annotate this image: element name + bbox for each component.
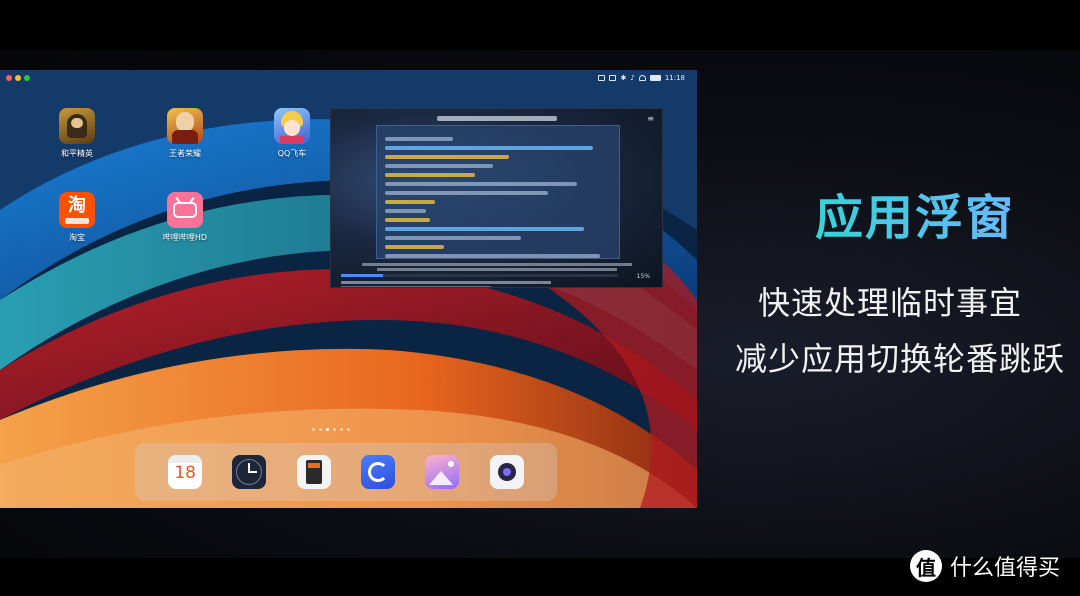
bluetooth-icon: ✱ [620,74,627,82]
battery-icon [649,75,661,81]
tablet-screen: ✱ ♪ 11:18 和平精英 王者荣耀 QQ飞车 淘 淘宝 哔哩哔哩HD ≡ 1… [0,70,697,508]
calculator-icon[interactable] [296,455,331,489]
app-label: 淘宝 [69,233,85,242]
page-indicator[interactable] [312,428,350,431]
app-label: 和平精英 [61,149,93,158]
floating-app-window[interactable]: ≡ 15% [330,108,663,288]
app-bilibili[interactable]: 哔哩哔哩HD [150,192,220,243]
app-label: QQ飞车 [277,149,307,158]
status-icons: ✱ ♪ 11:18 [598,74,685,82]
honor-of-kings-icon [167,108,203,144]
announcement-panel [376,125,620,259]
promo-headline: 应用浮窗 [795,178,1035,248]
promo-line-2: 减少应用切换轮番跳跃 [734,340,1065,378]
screen-icon [598,75,606,81]
status-bar: ✱ ♪ 11:18 [0,70,697,86]
download-status [341,279,551,287]
app-peace-elite[interactable]: 和平精英 [42,108,112,159]
progress-percent: 15% [636,273,650,280]
app-taobao[interactable]: 淘 淘宝 [42,192,112,243]
peace-elite-icon [59,108,95,144]
watermark: 值 什么值得买 [910,550,1060,582]
smzdm-logo-icon: 值 [910,550,942,582]
app-qq-speed[interactable]: QQ飞车 [257,108,327,159]
window-controls [6,75,30,81]
app-honor-of-kings[interactable]: 王者荣耀 [150,108,220,159]
browser-icon[interactable] [361,455,396,489]
maximize-dot-icon[interactable] [24,75,30,81]
progress-fill [341,274,383,277]
watermark-text: 什么值得买 [950,556,1061,581]
download-progress-bar [341,274,618,277]
gallery-icon[interactable] [425,455,460,489]
qq-speed-icon [274,108,310,144]
close-dot-icon[interactable] [6,75,12,81]
clock-icon[interactable] [232,455,267,489]
wifi-icon [638,75,646,81]
announcement-title [331,115,662,123]
notice-text [331,261,662,273]
clock-time: 11:18 [664,74,685,82]
promo-line-1: 快速处理临时事宜 [757,284,1022,322]
app-label: 王者荣耀 [169,149,201,158]
bilibili-icon [167,192,203,228]
app-label: 哔哩哔哩HD [162,233,208,242]
taobao-icon: 淘 [59,192,95,228]
mute-icon: ♪ [630,74,635,82]
camera-icon[interactable] [489,455,524,489]
calendar-icon[interactable]: 18 [168,455,203,489]
minimize-dot-icon[interactable] [15,75,21,81]
window-menu-icon[interactable]: ≡ [647,114,654,123]
nfc-icon [609,75,617,81]
calendar-date: 18 [174,463,196,483]
dock: 18 [135,443,557,501]
